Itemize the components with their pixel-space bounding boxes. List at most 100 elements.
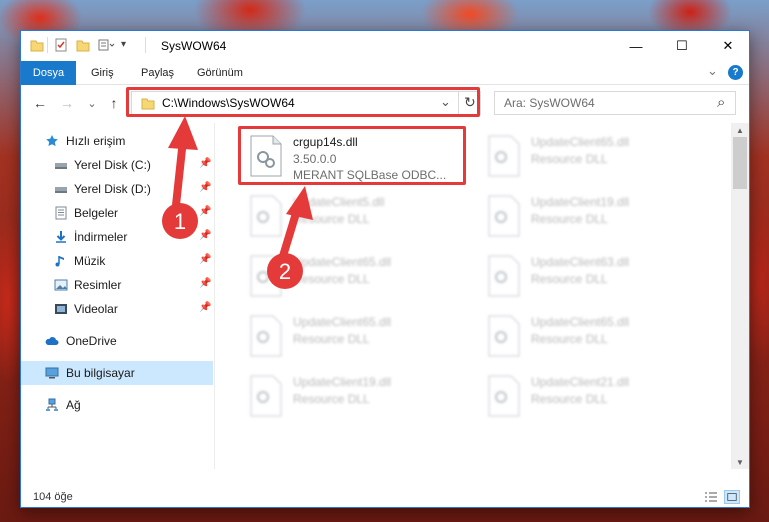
sidebar-item-label: Bu bilgisayar: [66, 366, 135, 380]
forward-button[interactable]: →: [58, 94, 76, 112]
dll-file-icon: [488, 135, 520, 177]
file-item[interactable]: UpdateClient19.dll Resource DLL: [241, 367, 463, 425]
pin-icon[interactable]: 📌: [199, 206, 211, 217]
minimize-button[interactable]: —: [613, 31, 659, 61]
file-description: Resource DLL: [531, 272, 608, 286]
star-icon: [46, 135, 58, 147]
file-item[interactable]: UpdateClient63.dll Resource DLL: [479, 247, 701, 305]
file-name: UpdateClient65.dll: [293, 255, 392, 269]
file-item[interactable]: UpdateClient5.dll Resource DLL: [241, 187, 463, 245]
sidebar-item-network[interactable]: Ağ: [21, 393, 213, 417]
file-description: Resource DLL: [293, 392, 370, 406]
pictures-icon: [54, 279, 68, 291]
file-name: UpdateClient65.dll: [531, 135, 630, 149]
dll-file-icon: [488, 315, 520, 357]
scroll-up-icon[interactable]: ▲: [731, 123, 749, 137]
tab-home[interactable]: Giriş: [91, 67, 114, 79]
file-item[interactable]: UpdateClient21.dll Resource DLL: [479, 367, 701, 425]
title-bar: ▾ SysWOW64 — ☐ ✕: [21, 31, 749, 61]
sidebar-item-this-pc[interactable]: Bu bilgisayar: [21, 361, 213, 385]
sidebar-item-label: Ağ: [66, 398, 81, 412]
download-icon: [56, 231, 66, 243]
back-button[interactable]: ←: [31, 94, 49, 112]
file-description: Resource DLL: [531, 152, 608, 166]
sidebar-item-label: Müzik: [74, 254, 106, 268]
sidebar-item-downloads[interactable]: İndirmeler 📌: [21, 225, 213, 249]
videos-icon: [55, 304, 67, 314]
file-item[interactable]: UpdateClient65.dll Resource DLL: [241, 247, 463, 305]
pin-icon[interactable]: 📌: [199, 254, 211, 265]
customize-quick-access-icon[interactable]: [98, 38, 116, 52]
file-description: Resource DLL: [293, 272, 370, 286]
sidebar-item-videos[interactable]: Videolar 📌: [21, 297, 213, 321]
computer-icon: [45, 367, 59, 379]
close-button[interactable]: ✕: [705, 31, 749, 61]
file-description: Resource DLL: [531, 212, 608, 226]
item-count: 104 öğe: [33, 491, 73, 503]
search-input[interactable]: Ara: SysWOW64: [504, 96, 595, 110]
scrollbar-thumb[interactable]: [733, 137, 747, 189]
drive-icon: [55, 187, 67, 193]
file-name: UpdateClient65.dll: [293, 315, 392, 329]
music-icon: [55, 256, 64, 267]
sidebar-item-label: İndirmeler: [74, 230, 128, 244]
file-description: Resource DLL: [531, 332, 608, 346]
search-icon[interactable]: ⌕: [717, 94, 725, 111]
pin-icon[interactable]: 📌: [199, 158, 211, 169]
tab-view[interactable]: Görünüm: [197, 67, 243, 79]
folder-icon: [30, 40, 44, 52]
sidebar-item-label: Yerel Disk (C:): [74, 158, 151, 172]
file-description: Resource DLL: [531, 392, 608, 406]
pin-icon[interactable]: 📌: [199, 302, 211, 313]
sidebar-item-label: Resimler: [74, 278, 122, 292]
documents-icon: [55, 206, 67, 220]
properties-icon[interactable]: [54, 38, 68, 52]
navigation-pane: Hızlı erişim Yerel Disk (C:) 📌 Yerel Dis…: [21, 123, 215, 469]
search-box[interactable]: Ara: SysWOW64 ⌕: [494, 91, 736, 115]
pin-icon[interactable]: 📌: [199, 182, 211, 193]
file-item[interactable]: UpdateClient65.dll Resource DLL: [479, 127, 701, 185]
sidebar-item-local-disk-d[interactable]: Yerel Disk (D:) 📌: [21, 177, 213, 201]
network-icon: [46, 398, 58, 411]
address-bar-highlight: [126, 87, 480, 117]
sidebar-item-music[interactable]: Müzik 📌: [21, 249, 213, 273]
sidebar-item-label: Belgeler: [74, 206, 119, 220]
sidebar-item-local-disk-c[interactable]: Yerel Disk (C:) 📌: [21, 153, 213, 177]
dll-file-icon: [488, 255, 520, 297]
pin-icon[interactable]: 📌: [199, 230, 211, 241]
ribbon-tabs: Dosya Giriş Paylaş Görünüm ⌄ ?: [21, 61, 749, 85]
pin-icon[interactable]: 📌: [199, 278, 211, 289]
file-name: UpdateClient19.dll: [293, 375, 392, 389]
sidebar-item-label: Yerel Disk (D:): [74, 182, 151, 196]
file-name: UpdateClient65.dll: [531, 315, 630, 329]
tab-share[interactable]: Paylaş: [141, 67, 174, 79]
sidebar-item-onedrive[interactable]: OneDrive: [21, 329, 213, 353]
recent-locations-button[interactable]: ⌄: [83, 94, 101, 112]
help-icon[interactable]: ?: [728, 65, 743, 80]
sidebar-item-documents[interactable]: Belgeler 📌: [21, 201, 213, 225]
file-item[interactable]: UpdateClient65.dll Resource DLL: [241, 307, 463, 365]
dll-file-icon: [250, 375, 282, 417]
sidebar-item-quick-access[interactable]: Hızlı erişim: [21, 129, 213, 153]
maximize-button[interactable]: ☐: [659, 31, 705, 61]
window-title: SysWOW64: [161, 39, 227, 53]
ribbon-expand-icon[interactable]: ⌄: [707, 63, 718, 79]
file-item[interactable]: UpdateClient19.dll Resource DLL: [479, 187, 701, 245]
vertical-scrollbar[interactable]: ▲ ▼: [731, 123, 749, 469]
new-folder-icon[interactable]: [76, 38, 90, 52]
details-view-icon[interactable]: [703, 490, 719, 504]
title-divider: [145, 37, 146, 53]
file-name: UpdateClient5.dll: [293, 195, 385, 209]
tab-file[interactable]: Dosya: [21, 61, 76, 85]
up-button[interactable]: ↑: [105, 94, 123, 112]
large-icons-view-icon[interactable]: [724, 490, 740, 504]
file-item[interactable]: UpdateClient65.dll Resource DLL: [479, 307, 701, 365]
dll-file-icon: [250, 255, 282, 297]
sidebar-item-pictures[interactable]: Resimler 📌: [21, 273, 213, 297]
file-name: UpdateClient63.dll: [531, 255, 630, 269]
dll-file-icon: [250, 315, 282, 357]
scroll-down-icon[interactable]: ▼: [731, 455, 749, 469]
sidebar-item-label: OneDrive: [66, 334, 117, 348]
file-name: UpdateClient21.dll: [531, 375, 630, 389]
quick-access-dropdown-icon[interactable]: ▾: [121, 39, 126, 50]
